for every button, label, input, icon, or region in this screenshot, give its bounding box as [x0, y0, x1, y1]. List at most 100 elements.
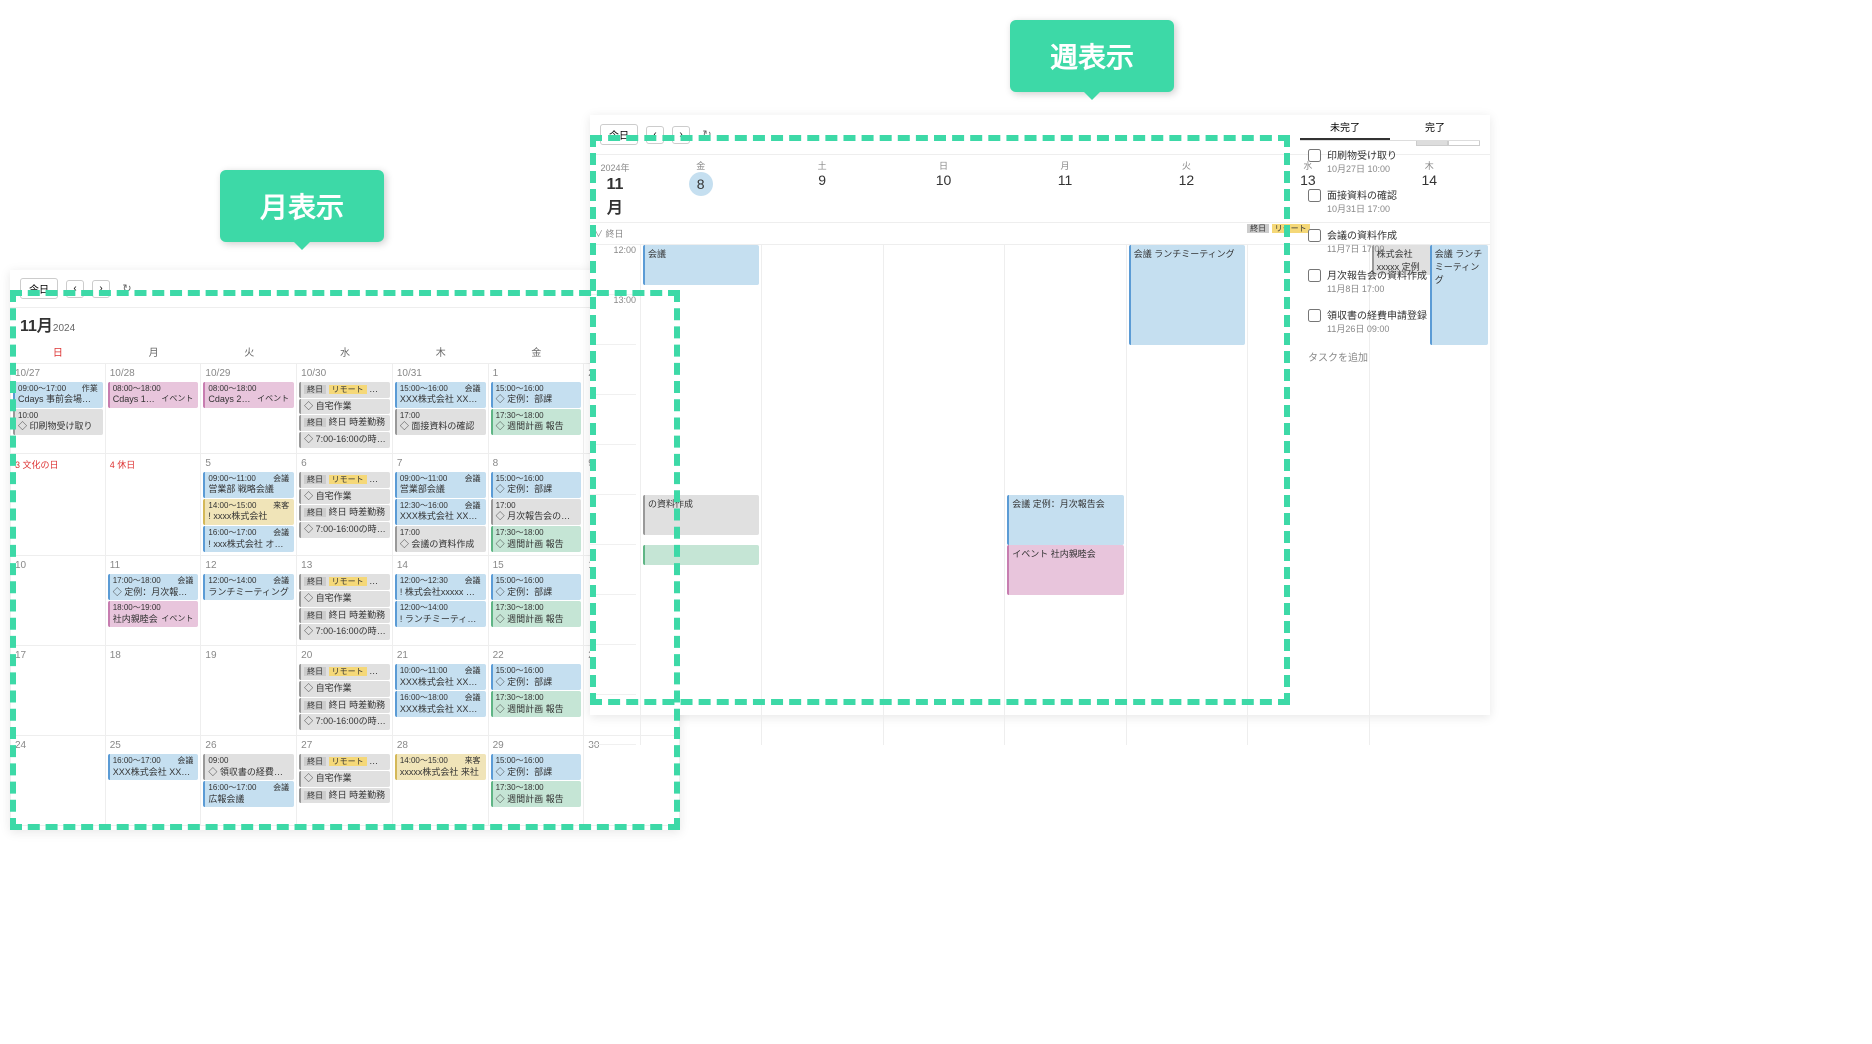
- month-cell[interactable]: 2215:00〜16:00◇ 定例：部課17:30〜18:00◇ 週間計画 報告: [489, 646, 585, 736]
- event[interactable]: 09:00◇ 領収書の経費申請登録: [203, 754, 294, 780]
- event[interactable]: 16:00〜17:00会議! xxx株式会社 オンライン会議: [203, 526, 294, 552]
- prev-button[interactable]: ‹: [646, 126, 664, 144]
- event[interactable]: 15:00〜16:00◇ 定例：部課: [491, 472, 582, 498]
- event[interactable]: 15:00〜16:00◇ 定例：部課: [491, 754, 582, 780]
- event[interactable]: 終日 終日 時差勤務: [299, 608, 390, 624]
- task-item[interactable]: 月次報告会の資料作成11月8日 17:00: [1300, 261, 1480, 301]
- week-column[interactable]: [883, 245, 1004, 745]
- month-cell[interactable]: 27終日 リモート 終日 リモート◇ 自宅作業終日 終日 時差勤務: [297, 736, 393, 826]
- event[interactable]: 10:00◇ 印刷物受け取り: [13, 409, 103, 435]
- allday-cell[interactable]: [761, 223, 882, 244]
- today-button[interactable]: 今日: [600, 124, 638, 145]
- tab-incomplete[interactable]: 未完了: [1300, 115, 1390, 140]
- month-cell[interactable]: 4 休日: [106, 454, 202, 556]
- month-cell[interactable]: 1117:00〜18:00会議◇ 定例：月次報告会18:00〜19:00イベント…: [106, 556, 202, 646]
- event[interactable]: ◇ 自宅作業: [299, 681, 390, 697]
- event[interactable]: 12:00〜14:00会議ランチミーティング: [203, 574, 294, 600]
- month-cell[interactable]: 17: [10, 646, 106, 736]
- event[interactable]: 14:00〜15:00来客xxxxx株式会社 来社: [395, 754, 486, 780]
- event[interactable]: ◇ 7:00-16:00の時差出勤: [299, 714, 390, 730]
- month-cell[interactable]: 1212:00〜14:00会議ランチミーティング: [201, 556, 297, 646]
- task-item[interactable]: 面接資料の確認10月31日 17:00: [1300, 181, 1480, 221]
- week-column[interactable]: 会議 ランチミーティング: [1126, 245, 1247, 745]
- month-cell[interactable]: 10/2709:00〜17:00作業Cdays 事前会場準備@東京10:00◇ …: [10, 364, 106, 454]
- month-cell[interactable]: 10/3115:00〜16:00会議XXX株式会社 XXX様オンライン会議17:…: [393, 364, 489, 454]
- event[interactable]: ◇ 自宅作業: [299, 399, 390, 415]
- week-column[interactable]: 会議 定例：月次報告会イベント 社内親睦会: [1004, 245, 1125, 745]
- month-cell[interactable]: 19: [201, 646, 297, 736]
- event[interactable]: 10:00〜11:00会議XXX株式会社 XXX様オンライン会議: [395, 664, 486, 690]
- event[interactable]: 17:30〜18:00◇ 週間計画 報告: [491, 601, 582, 627]
- event[interactable]: 15:00〜16:00◇ 定例：部課: [491, 574, 582, 600]
- event[interactable]: 12:30〜16:00会議XXX株式会社 XXX様オンライン会議: [395, 499, 486, 525]
- event[interactable]: ◇ 自宅作業: [299, 771, 390, 787]
- event[interactable]: 08:00〜18:00イベントCdays 2日目@東京: [203, 382, 294, 408]
- event[interactable]: 17:00◇ 会議の資料作成: [395, 526, 486, 552]
- event[interactable]: 15:00〜16:00◇ 定例：部課: [491, 382, 582, 408]
- task-checkbox[interactable]: [1308, 229, 1321, 242]
- event[interactable]: 12:00〜14:00! ランチミーティング: [395, 601, 486, 627]
- event[interactable]: 17:30〜18:00◇ 週間計画 報告: [491, 526, 582, 552]
- month-cell[interactable]: 10/30終日 リモート 終日 リモート◇ 自宅作業終日 終日 時差勤務◇ 7:…: [297, 364, 393, 454]
- event[interactable]: 15:00〜16:00会議XXX株式会社 XXX様オンライン会議: [395, 382, 486, 408]
- next-button[interactable]: ›: [92, 280, 110, 298]
- task-checkbox[interactable]: [1308, 269, 1321, 282]
- month-cell[interactable]: 509:00〜11:00会議営業部 戦略会議14:00〜15:00来客! xxx…: [201, 454, 297, 556]
- event[interactable]: 15:00〜16:00◇ 定例：部課: [491, 664, 582, 690]
- event[interactable]: 終日 終日 時差勤務: [299, 788, 390, 804]
- allday-cell[interactable]: [1126, 223, 1247, 244]
- allday-cell[interactable]: [640, 223, 761, 244]
- month-cell[interactable]: 2814:00〜15:00来客xxxxx株式会社 来社: [393, 736, 489, 826]
- event[interactable]: 16:00〜18:00会議XXX株式会社 XXX様オンライン会議: [395, 691, 486, 717]
- event[interactable]: 終日 リモート 終日 リモート: [299, 664, 390, 680]
- event[interactable]: ◇ 自宅作業: [299, 591, 390, 607]
- event[interactable]: 終日 終日 時差勤務: [299, 415, 390, 431]
- event[interactable]: 17:30〜18:00◇ 週間計画 報告: [491, 781, 582, 807]
- week-event[interactable]: 会議 ランチミーティング: [1129, 245, 1245, 345]
- week-day-header[interactable]: 火12: [1126, 155, 1247, 222]
- month-cell[interactable]: 2915:00〜16:00◇ 定例：部課17:30〜18:00◇ 週間計画 報告: [489, 736, 585, 826]
- refresh-icon[interactable]: ↻: [698, 126, 716, 144]
- event[interactable]: 16:00〜17:00会議広報会議: [203, 781, 294, 807]
- week-event[interactable]: の資料作成: [643, 495, 759, 535]
- month-cell[interactable]: 10/2908:00〜18:00イベントCdays 2日目@東京: [201, 364, 297, 454]
- event[interactable]: 17:30〜18:00◇ 週間計画 報告: [491, 409, 582, 435]
- event[interactable]: 終日 リモート 終日 リモート: [299, 754, 390, 770]
- week-day-header[interactable]: 金8: [640, 155, 761, 222]
- prev-button[interactable]: ‹: [66, 280, 84, 298]
- refresh-icon[interactable]: ↻: [118, 280, 136, 298]
- task-item[interactable]: 領収書の経費申請登録11月26日 09:00: [1300, 301, 1480, 341]
- event[interactable]: 17:00〜18:00会議◇ 定例：月次報告会: [108, 574, 199, 600]
- event[interactable]: 16:00〜17:00会議XXX株式会社 XXX様オンライン会議: [108, 754, 199, 780]
- month-cell[interactable]: 6終日 リモート 終日 リモート◇ 自宅作業終日 終日 時差勤務◇ 7:00-1…: [297, 454, 393, 556]
- event[interactable]: ◇ 自宅作業: [299, 489, 390, 505]
- week-event[interactable]: 会議: [643, 245, 759, 285]
- month-cell[interactable]: 30: [584, 736, 680, 826]
- month-cell[interactable]: 20終日 リモート 終日 リモート◇ 自宅作業終日 終日 時差勤務◇ 7:00-…: [297, 646, 393, 736]
- month-cell[interactable]: 709:00〜11:00会議営業部会議12:30〜16:00会議XXX株式会社 …: [393, 454, 489, 556]
- event[interactable]: 17:30〜18:00◇ 週間計画 報告: [491, 691, 582, 717]
- event[interactable]: 17:00◇ 面接資料の確認: [395, 409, 486, 435]
- month-cell[interactable]: 2609:00◇ 領収書の経費申請登録16:00〜17:00会議広報会議: [201, 736, 297, 826]
- event[interactable]: 09:00〜11:00会議営業部会議: [395, 472, 486, 498]
- month-cell[interactable]: 1412:00〜12:30会議! 株式会社xxxxx 定例会議12:00〜14:…: [393, 556, 489, 646]
- event[interactable]: 17:00◇ 月次報告会の資料作成: [491, 499, 582, 525]
- week-event[interactable]: [643, 545, 759, 565]
- week-event[interactable]: 会議 定例：月次報告会: [1007, 495, 1123, 545]
- tab-complete[interactable]: 完了: [1390, 115, 1480, 140]
- event[interactable]: 18:00〜19:00イベント社内親睦会: [108, 601, 199, 627]
- week-column[interactable]: 会議の資料作成: [640, 245, 761, 745]
- event[interactable]: 終日 リモート 終日 リモート: [299, 382, 390, 398]
- month-cell[interactable]: 18: [106, 646, 202, 736]
- event[interactable]: 終日 リモート 終日 リモート: [299, 472, 390, 488]
- event[interactable]: 09:00〜11:00会議営業部 戦略会議: [203, 472, 294, 498]
- month-cell[interactable]: 2516:00〜17:00会議XXX株式会社 XXX様オンライン会議: [106, 736, 202, 826]
- week-day-header[interactable]: 土9: [761, 155, 882, 222]
- task-add[interactable]: タスクを追加: [1300, 341, 1480, 372]
- month-cell[interactable]: 10: [10, 556, 106, 646]
- allday-cell[interactable]: [1004, 223, 1125, 244]
- month-cell[interactable]: 3 文化の日: [10, 454, 106, 556]
- week-column[interactable]: [761, 245, 882, 745]
- week-day-header[interactable]: 日10: [883, 155, 1004, 222]
- today-button[interactable]: 今日: [20, 278, 58, 299]
